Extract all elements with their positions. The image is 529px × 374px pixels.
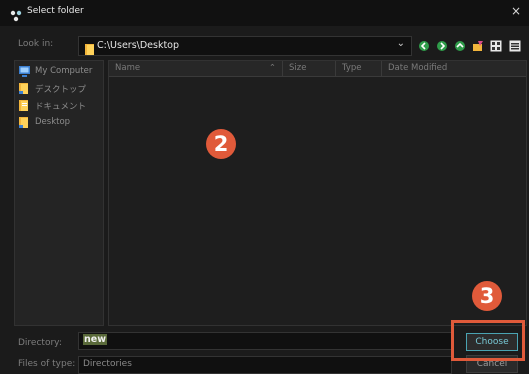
chevron-down-icon[interactable]: ⌄	[397, 38, 405, 49]
annotation-badge-2: 2	[206, 129, 236, 159]
sidebar-item-label: デスクトップ	[35, 85, 87, 95]
sidebar-item-label: ドキュメント	[35, 102, 87, 112]
file-list[interactable]: Name ⌃ Size Type Date Modified	[108, 60, 527, 326]
new-folder-icon[interactable]	[472, 40, 484, 52]
computer-icon	[19, 66, 30, 77]
sidebar-item-label: My Computer	[35, 66, 93, 76]
folder-icon	[19, 83, 30, 94]
directory-label: Directory:	[18, 338, 62, 348]
sidebar-item-desktop[interactable]: Desktop	[19, 116, 101, 130]
annotation-badge-3: 3	[472, 281, 502, 311]
directory-value: new	[83, 334, 107, 345]
column-size[interactable]: Size	[283, 61, 336, 76]
app-icon	[10, 7, 22, 22]
title-bar: Select folder ×	[0, 0, 529, 26]
close-icon[interactable]: ×	[511, 4, 521, 18]
detail-view-icon[interactable]	[509, 40, 521, 52]
look-in-combobox[interactable]: C:\Users\Desktop ⌄	[78, 36, 412, 56]
back-icon[interactable]	[418, 40, 430, 52]
sidebar-item-documents-jp[interactable]: ドキュメント	[19, 99, 101, 113]
sort-arrow-icon: ⌃	[268, 63, 276, 73]
up-folder-icon[interactable]	[454, 40, 466, 52]
directory-input[interactable]: new	[78, 332, 452, 350]
files-of-type-label: Files of type:	[18, 359, 76, 369]
sidebar-item-my-computer[interactable]: My Computer	[19, 65, 101, 79]
places-sidebar: My Computer デスクトップ ドキュメント Desktop	[14, 60, 104, 326]
choose-button[interactable]: Choose	[466, 333, 518, 351]
column-header: Name ⌃ Size Type Date Modified	[109, 61, 526, 77]
look-in-row: Look in: C:\Users\Desktop ⌄	[0, 32, 529, 58]
files-of-type-value: Directories	[83, 359, 132, 369]
sidebar-item-label: Desktop	[35, 117, 71, 127]
look-in-label: Look in:	[18, 39, 54, 49]
list-view-icon[interactable]	[490, 40, 502, 52]
folder-icon	[85, 40, 96, 55]
folder-icon	[19, 100, 30, 111]
column-date-modified[interactable]: Date Modified	[382, 61, 526, 76]
forward-icon[interactable]	[436, 40, 448, 52]
column-name[interactable]: Name ⌃	[109, 61, 283, 76]
column-type[interactable]: Type	[336, 61, 382, 76]
look-in-path: C:\Users\Desktop	[97, 40, 180, 51]
cancel-button[interactable]: Cancel	[466, 355, 518, 373]
sidebar-item-desktop-jp[interactable]: デスクトップ	[19, 82, 101, 96]
files-of-type-select[interactable]: Directories	[78, 356, 452, 374]
folder-icon	[19, 117, 30, 128]
window-title: Select folder	[27, 6, 84, 16]
